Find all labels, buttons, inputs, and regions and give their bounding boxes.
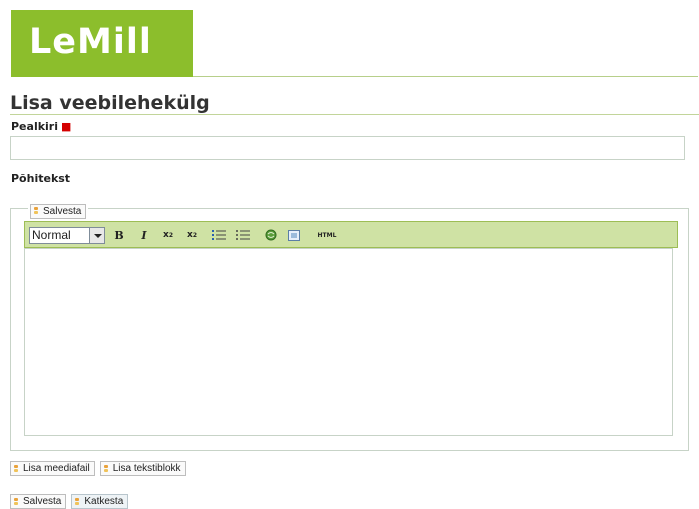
editor-body[interactable] <box>24 248 673 436</box>
fieldset-save-label: Salvesta <box>43 205 82 217</box>
arrow-bullet-icon <box>34 207 40 215</box>
save-button[interactable]: Salvesta <box>10 494 67 509</box>
fieldset-save-button[interactable]: Salvesta <box>30 203 87 219</box>
subscript-mark: 2 <box>168 231 173 239</box>
html-icon[interactable]: HTML <box>315 227 339 243</box>
title-field-label: Pealkiri ■ <box>11 120 71 133</box>
logo-text: LeMill <box>29 22 152 62</box>
arrow-bullet-icon <box>14 464 20 473</box>
add-textblock-label: Lisa tekstiblokk <box>112 463 181 474</box>
title-label-text: Pealkiri <box>11 120 58 133</box>
cancel-label: Katkesta <box>84 496 124 507</box>
subscript-icon[interactable]: x2 <box>160 227 176 243</box>
body-field-label: Põhitekst <box>11 172 71 185</box>
add-media-label: Lisa meediafail <box>23 463 90 474</box>
header-divider <box>193 76 698 77</box>
superscript-icon[interactable]: x2 <box>184 227 200 243</box>
add-textblock-button[interactable]: Lisa tekstiblokk <box>99 461 186 476</box>
lemill-logo[interactable]: LeMill <box>11 10 193 77</box>
arrow-bullet-icon <box>14 497 20 506</box>
cancel-button[interactable]: Katkesta <box>71 494 129 509</box>
image-icon[interactable] <box>286 227 302 243</box>
format-selected-value: Normal <box>32 228 71 242</box>
ordered-list-icon[interactable] <box>211 227 227 243</box>
page-title: Lisa veebilehekülg <box>10 92 210 114</box>
format-select[interactable]: Normal <box>29 227 105 244</box>
media-actions: Lisa meediafail Lisa tekstiblokk <box>10 461 186 476</box>
link-icon[interactable] <box>263 227 279 243</box>
editor-legend: Salvesta <box>28 202 89 220</box>
required-mark: ■ <box>61 120 72 133</box>
unordered-list-icon[interactable] <box>235 227 251 243</box>
italic-icon[interactable]: I <box>136 227 152 243</box>
bold-icon[interactable]: B <box>111 227 127 243</box>
chevron-down-icon[interactable] <box>89 228 104 243</box>
arrow-bullet-icon <box>75 497 81 506</box>
editor-toolbar: Normal B I x2 x2 HTML <box>24 221 678 248</box>
arrow-bullet-icon <box>103 464 110 473</box>
form-actions: Salvesta Katkesta <box>10 494 129 509</box>
title-input[interactable] <box>10 136 685 160</box>
add-media-button[interactable]: Lisa meediafail <box>10 461 95 476</box>
save-label: Salvesta <box>23 496 62 507</box>
superscript-mark: 2 <box>192 231 197 239</box>
title-divider <box>10 114 699 115</box>
